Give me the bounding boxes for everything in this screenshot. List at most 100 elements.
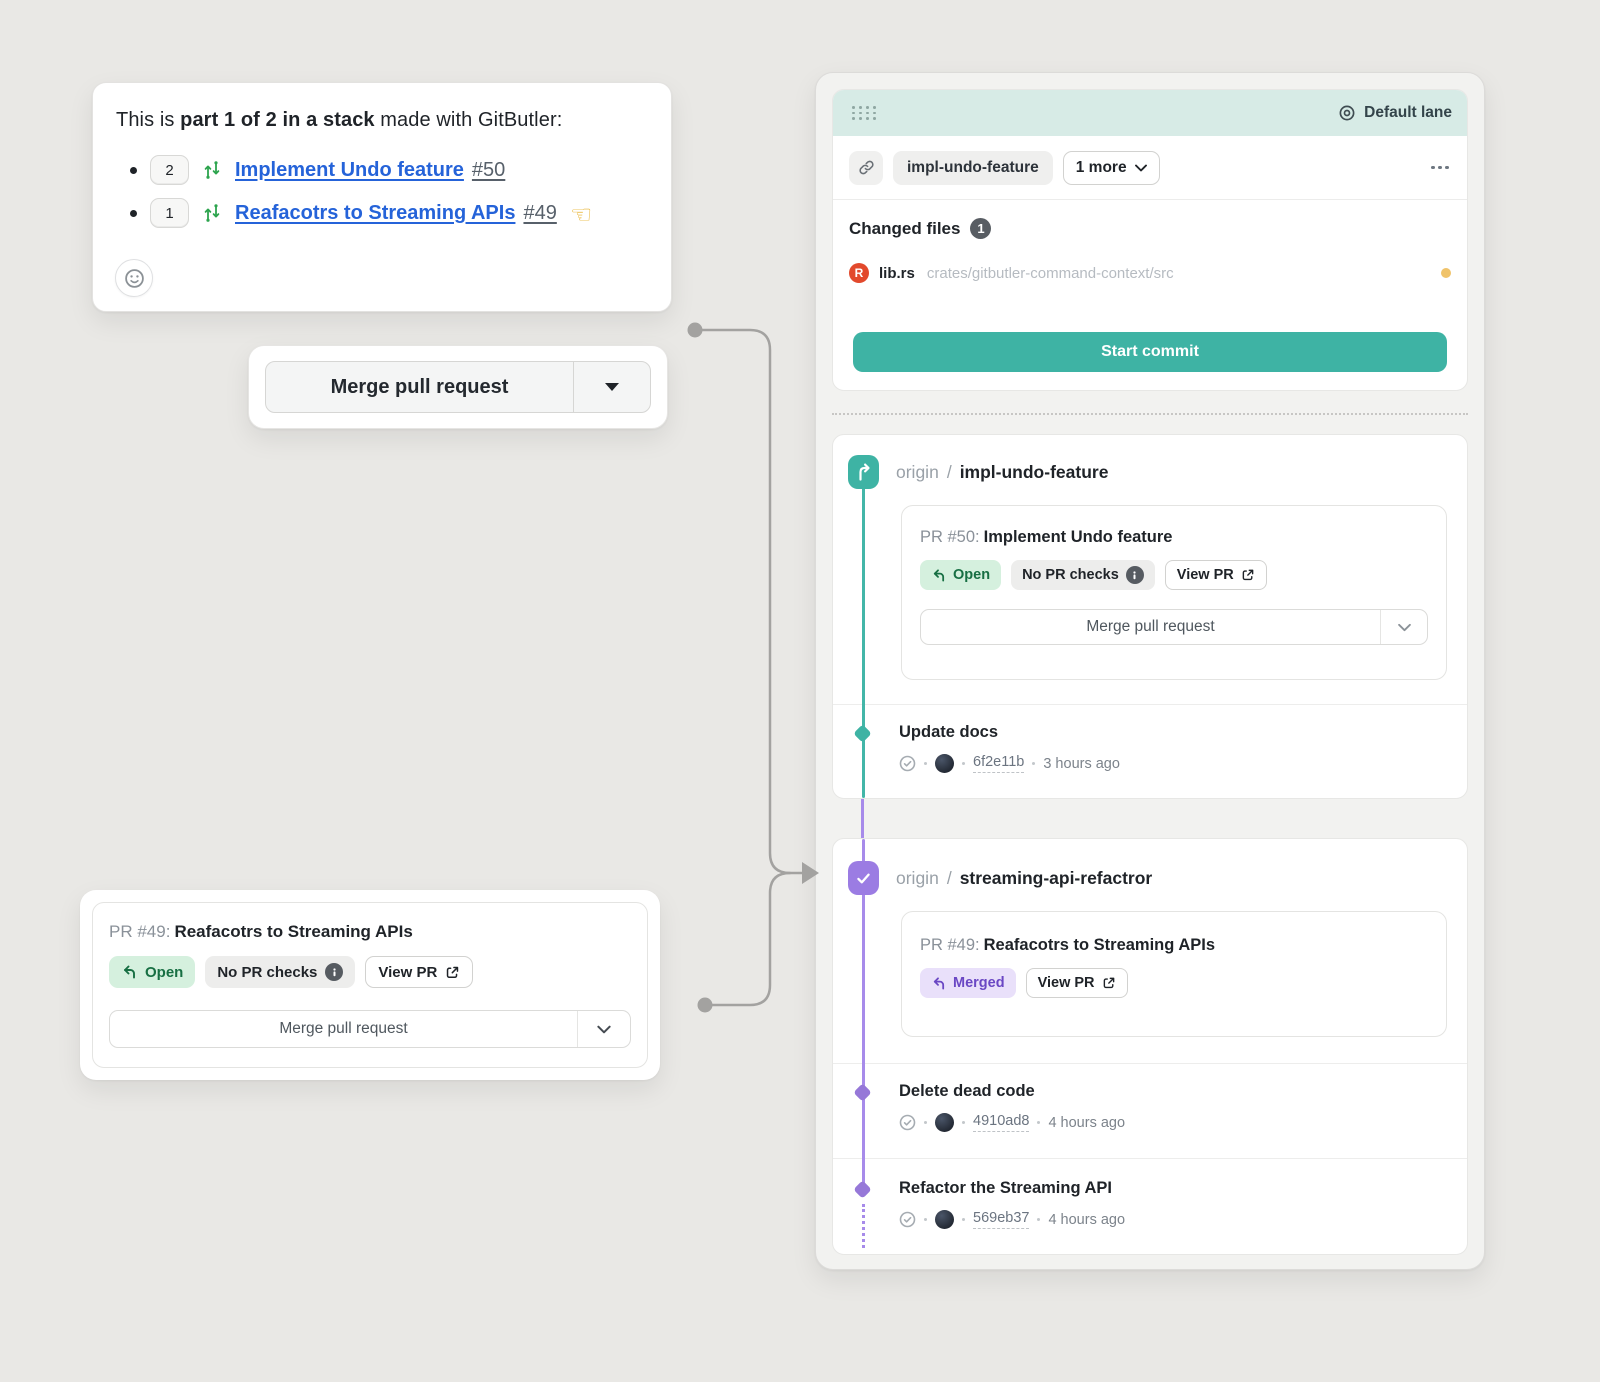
branch-header: origin/impl-undo-feature [833,435,1467,489]
integrated-branch-icon [848,861,879,895]
pr49-inner-card: PR #49:Reafacotrs to Streaming APIs Open… [92,902,648,1068]
commit-time: 3 hours ago [1043,756,1120,772]
chevron-down-icon [1135,164,1147,172]
stack-position-badge: 1 [150,198,189,228]
branch-row: impl-undo-feature 1 more [833,136,1467,200]
default-lane-panel: Default lane impl-undo-feature 1 more Ch… [815,72,1485,1270]
target-icon [1338,104,1356,122]
commit-dot-icon [853,1180,871,1198]
stack-pr-icon [202,203,222,223]
branch-chip[interactable]: impl-undo-feature [893,151,1053,185]
pr-badges: Merged View PR [920,968,1428,998]
changed-files-section: Changed files 1 R lib.rs crates/gitbutle… [833,200,1467,283]
chevron-down-icon [597,1025,611,1034]
more-branches-dropdown[interactable]: 1 more [1063,151,1160,185]
commit-time: 4 hours ago [1048,1212,1125,1228]
view-pr-button[interactable]: View PR [365,956,473,988]
check-circle-icon [899,755,916,772]
changed-files-header: Changed files 1 [849,218,1451,239]
merge-pull-request-button[interactable]: Merge pull request [110,1011,577,1047]
dot-separator [962,1218,965,1221]
list-item: 2 Implement Undo feature #50 [130,155,647,185]
modified-status-dot [1441,268,1451,278]
dot-separator [924,762,927,765]
bullet-icon [130,210,137,217]
drag-handle[interactable] [848,102,880,124]
pull-request-icon [931,976,946,991]
chevron-down-icon [1398,623,1411,632]
stack-intro-text: This is part 1 of 2 in a stack made with… [116,109,647,132]
branch-name[interactable]: origin/streaming-api-refactror [896,868,1152,889]
dot-separator [1037,1218,1040,1221]
checks-badge: No PR checks [1011,560,1155,590]
pointing-hand-emoji: ☜ [570,203,592,228]
commit-meta: 6f2e11b 3 hours ago [899,754,1447,773]
dot-separator [962,1121,965,1124]
stack-position-badge: 2 [150,155,189,185]
pr-link-implement-undo[interactable]: Implement Undo feature #50 [235,159,505,182]
pr49-card-lane: PR #49:Reafacotrs to Streaming APIs Merg… [901,911,1447,1037]
merge-options-dropdown[interactable] [1381,610,1427,644]
merge-options-dropdown[interactable] [574,362,650,412]
merge-split-button: Merge pull request [265,361,651,413]
pr49-detail-card: PR #49:Reafacotrs to Streaming APIs Open… [80,890,660,1080]
commit-row-update-docs[interactable]: Update docs 6f2e11b 3 hours ago [833,705,1467,798]
branch-name[interactable]: origin/impl-undo-feature [896,462,1108,483]
pr-title: PR #49:Reafacotrs to Streaming APIs [920,936,1428,955]
dot-separator [1037,1121,1040,1124]
merge-split-button: Merge pull request [109,1010,631,1048]
lane-name: Default lane [1338,104,1452,122]
uncommitted-changes-card: Default lane impl-undo-feature 1 more Ch… [832,89,1468,391]
checks-badge: No PR checks [205,956,355,988]
view-pr-button[interactable]: View PR [1026,968,1128,998]
merge-button-card: Merge pull request [248,345,668,429]
file-row[interactable]: R lib.rs crates/gitbutler-command-contex… [849,263,1451,283]
commit-dot-icon [853,1083,871,1101]
list-item: 1 Reafacotrs to Streaming APIs #49 ☜ [130,198,647,228]
changed-files-count: 1 [970,218,991,239]
lane-header: Default lane [833,90,1467,136]
merge-pull-request-button[interactable]: Merge pull request [921,610,1380,644]
merge-pull-request-button[interactable]: Merge pull request [266,362,573,412]
info-icon[interactable] [1126,566,1144,584]
external-link-icon [1241,568,1255,582]
info-icon[interactable] [325,963,343,981]
commit-dot-icon [853,724,871,742]
commit-hash-link[interactable]: 4910ad8 [973,1113,1029,1131]
chevron-down-icon [605,383,619,391]
pr-title: PR #49:Reafacotrs to Streaming APIs [109,922,631,942]
dot-separator [924,1218,927,1221]
emoji-reaction-button[interactable] [115,259,153,297]
merge-split-button: Merge pull request [920,609,1428,645]
commit-row-refactor-streaming-api[interactable]: Refactor the Streaming API 569eb37 4 hou… [833,1159,1467,1229]
remote-branch-icon [848,455,879,489]
dot-separator [1032,762,1035,765]
dotted-separator [832,413,1468,415]
merge-options-dropdown[interactable] [578,1011,630,1047]
commit-hash-link[interactable]: 6f2e11b [973,754,1024,772]
status-badge-merged: Merged [920,968,1016,998]
external-link-icon [445,965,460,980]
commit-meta: 569eb37 4 hours ago [899,1210,1447,1229]
avatar [935,1210,954,1229]
commit-graph-line [861,799,864,838]
start-commit-button[interactable]: Start commit [853,332,1447,372]
external-link-icon [1102,976,1116,990]
avatar [935,754,954,773]
branch-header: origin/streaming-api-refactror [833,839,1467,895]
rust-file-icon: R [849,263,869,283]
view-pr-button[interactable]: View PR [1165,560,1267,590]
pr-badges: Open No PR checks View PR [109,956,631,988]
commit-time: 4 hours ago [1048,1115,1125,1131]
branch-section-streaming-api-refactror: origin/streaming-api-refactror PR #49:Re… [832,838,1468,1255]
kebab-menu-icon[interactable] [1429,158,1451,178]
stack-pr-list: 2 Implement Undo feature #50 1 [116,155,647,228]
bullet-icon [130,167,137,174]
dependent-branch-icon [849,151,883,185]
pull-request-icon [931,568,946,583]
commit-row-delete-dead-code[interactable]: Delete dead code 4910ad8 4 hours ago [833,1064,1467,1158]
commit-hash-link[interactable]: 569eb37 [973,1210,1029,1228]
pr-link-streaming-apis[interactable]: Reafacotrs to Streaming APIs #49 [235,202,557,225]
stack-pr-icon [202,160,222,180]
pr-title: PR #50:Implement Undo feature [920,528,1428,547]
